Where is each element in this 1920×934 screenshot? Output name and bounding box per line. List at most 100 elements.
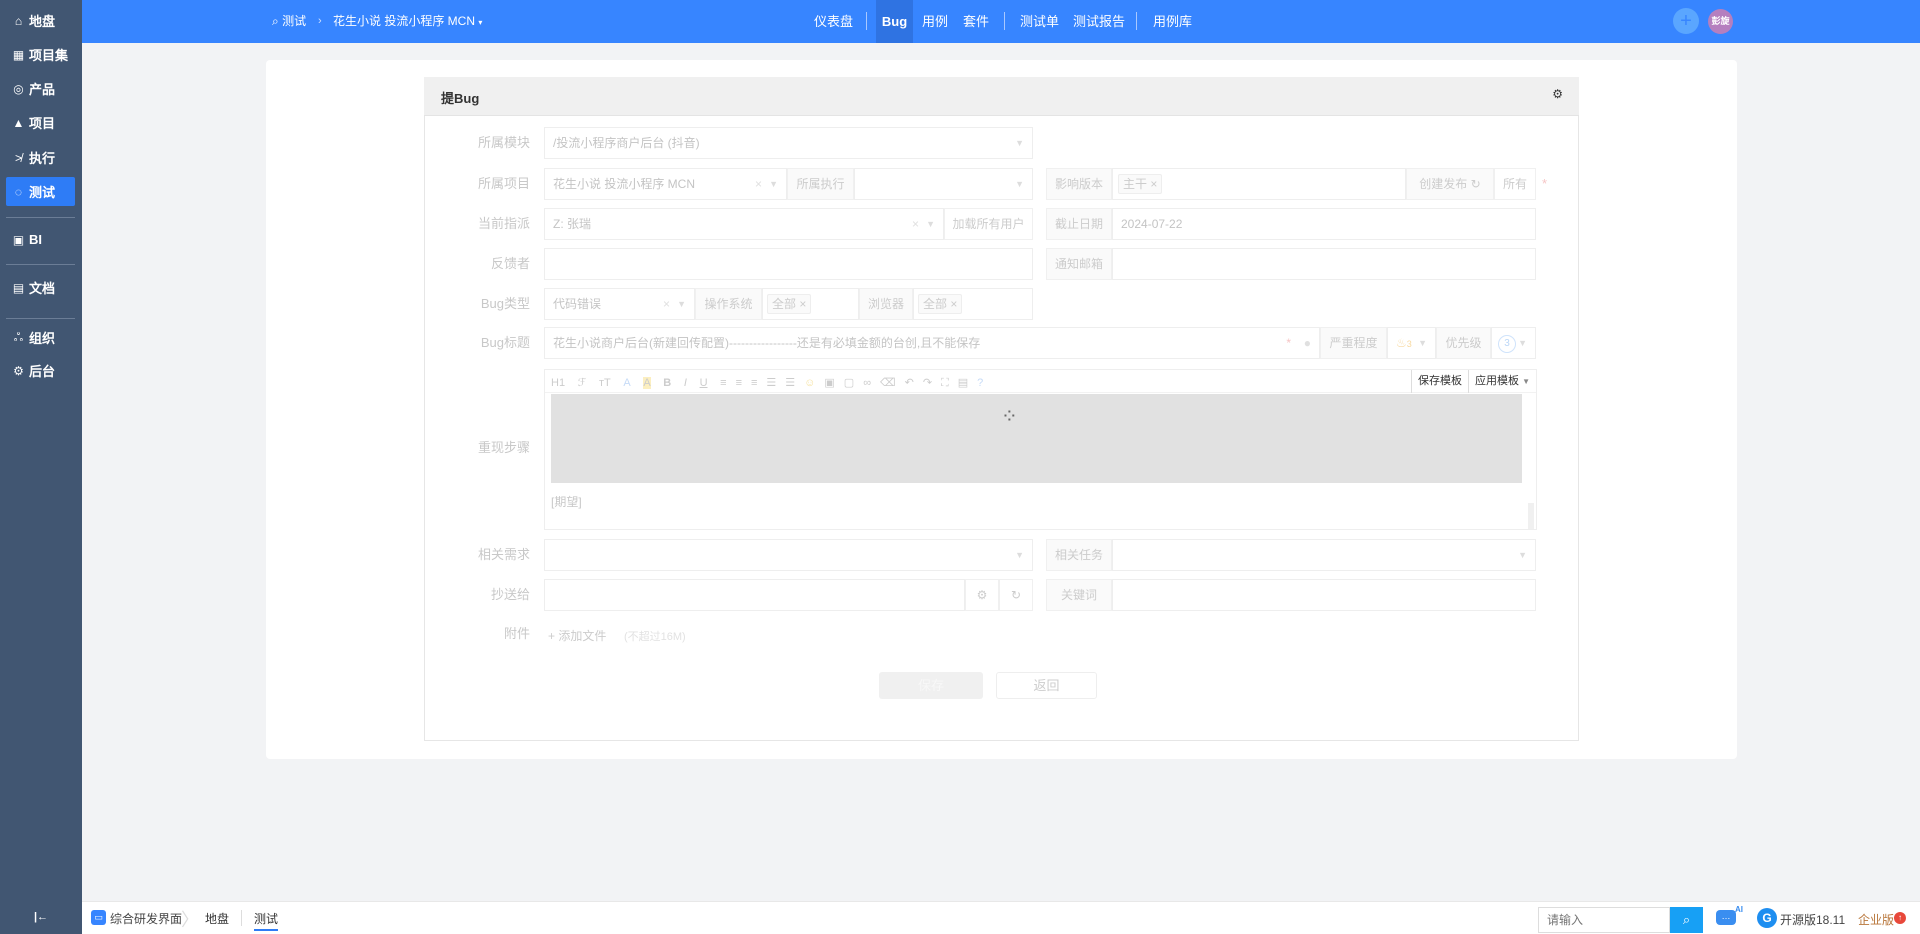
clear-icon[interactable]: × — [912, 209, 919, 239]
version-label[interactable]: 开源版18.11 — [1780, 911, 1845, 928]
image-icon[interactable]: ▣ — [824, 377, 834, 389]
emoji-icon[interactable]: ☺ — [804, 377, 815, 389]
save-button[interactable]: 保存 — [879, 672, 983, 699]
module-select[interactable]: /投流小程序商户后台 (抖音) ▼ — [544, 127, 1033, 159]
sidebar-item-org[interactable]: ஃ 组织 — [6, 323, 75, 352]
ordered-list-icon[interactable]: ☰ — [766, 377, 776, 389]
steps-label: 重现步骤 — [477, 440, 530, 455]
sidebar-item-doc[interactable]: ▤ 文档 — [6, 273, 75, 302]
browser-select[interactable]: 全部 × — [913, 288, 1033, 320]
align-right-icon[interactable]: ≡ — [751, 377, 757, 389]
heading-button[interactable]: H1 — [551, 377, 565, 389]
breadcrumb-module[interactable]: ⌕ 测试 — [272, 0, 306, 43]
nav-case[interactable]: 用例 — [922, 0, 948, 43]
sidebar-item-bi[interactable]: ▣ BI — [6, 225, 75, 254]
sidebar-divider — [6, 318, 75, 319]
refresh-icon[interactable]: ↻ — [999, 579, 1033, 611]
nav-dashboard[interactable]: 仪表盘 — [814, 0, 853, 43]
nav-testreport[interactable]: 测试报告 — [1073, 0, 1125, 43]
all-builds-button[interactable]: 所有 — [1494, 168, 1536, 200]
sidebar-item-dashboard[interactable]: ⌂ 地盘 — [6, 6, 75, 35]
assign-value: Z: 张瑞 — [553, 217, 591, 231]
nav-caselib[interactable]: 用例库 — [1153, 0, 1192, 43]
nav-testtask[interactable]: 测试单 — [1020, 0, 1059, 43]
product-switcher[interactable]: 花生小说 投流小程序 MCN ▾ — [333, 0, 482, 43]
avatar[interactable]: 彭旋 — [1708, 9, 1733, 34]
enterprise-link[interactable]: 企业版 — [1858, 911, 1894, 928]
apply-template-button[interactable]: 应用模板 ▼ — [1468, 370, 1536, 393]
sidebar-item-admin[interactable]: ⚙ 后台 — [6, 356, 75, 385]
sidebar-item-execution[interactable]: ≯ 执行 — [6, 143, 75, 172]
align-left-icon[interactable]: ≡ — [720, 377, 726, 389]
bullet-list-icon[interactable]: ☰ — [785, 377, 795, 389]
font-family-button[interactable]: ℱ — [578, 377, 587, 389]
sidebar-item-test[interactable]: ◌ 测试 — [6, 177, 75, 206]
add-file-label: 添加文件 — [558, 629, 607, 643]
sidebar-item-project[interactable]: ▲ 项目 — [6, 108, 75, 137]
editor-scrollbar[interactable] — [1528, 503, 1534, 529]
collapse-sidebar-icon[interactable]: |← — [0, 901, 82, 934]
font-color-button[interactable]: A — [623, 377, 630, 389]
search-input[interactable] — [1538, 907, 1670, 933]
nav-bug[interactable]: Bug — [876, 0, 913, 43]
browser-tag: 全部 × — [918, 294, 963, 314]
align-center-icon[interactable]: ≡ — [736, 377, 742, 389]
bug-title-input[interactable]: 花生小说商户后台(新建回传配置)-----------------还是有必填金额… — [544, 327, 1320, 359]
upgrade-icon[interactable]: ↑ — [1894, 912, 1906, 924]
undo-icon[interactable]: ↶ — [905, 377, 914, 389]
sidebar-item-programs[interactable]: ▦ 项目集 — [6, 40, 75, 69]
clear-icon[interactable]: × — [663, 289, 670, 319]
save-template-button[interactable]: 保存模板 — [1411, 370, 1468, 393]
add-file-button[interactable]: + 添加文件 — [548, 627, 606, 644]
bulb-icon: ◎ — [13, 81, 24, 96]
eraser-icon[interactable]: ⌫ — [880, 377, 896, 389]
nav-suite[interactable]: 套件 — [963, 0, 989, 43]
fullscreen-icon[interactable]: ⛶ — [941, 377, 949, 389]
assign-select[interactable]: Z: 张瑞 × ▼ — [544, 208, 944, 240]
cc-select[interactable] — [544, 579, 965, 611]
build-select[interactable]: 主干 × — [1112, 168, 1406, 200]
project-value: 花生小说 投流小程序 MCN — [553, 177, 695, 191]
bug-type-value: 代码错误 — [553, 297, 602, 311]
app-switcher[interactable]: 综合研发界面 — [110, 910, 182, 927]
gear-icon[interactable]: ⚙ — [1552, 87, 1563, 101]
bottom-tab-test[interactable]: 测试 — [254, 910, 279, 931]
sidebar-item-product[interactable]: ◎ 产品 — [6, 74, 75, 103]
redo-icon[interactable]: ↷ — [923, 377, 932, 389]
severity-value: 3 — [1406, 339, 1412, 349]
task-select[interactable]: ▼ — [1112, 539, 1536, 571]
create-release-button[interactable]: 创建发布 ↻ — [1406, 168, 1494, 200]
story-select[interactable]: ▼ — [544, 539, 1033, 571]
bottom-tab-dashboard[interactable]: 地盘 — [205, 910, 229, 927]
priority-select[interactable]: 3 ▼ — [1491, 327, 1536, 359]
highlight-button[interactable]: A — [643, 377, 651, 389]
bold-button[interactable]: B — [663, 377, 671, 389]
project-select[interactable]: 花生小说 投流小程序 MCN × ▼ — [544, 168, 787, 200]
clear-icon[interactable]: × — [755, 169, 762, 199]
feedback-input[interactable] — [544, 248, 1033, 280]
ai-chat-icon[interactable]: … — [1716, 910, 1736, 925]
palette-icon[interactable]: ● — [1304, 328, 1311, 358]
gear-icon[interactable]: ⚙ — [965, 579, 999, 611]
paste-icon[interactable]: ▤ — [958, 377, 968, 389]
refresh-icon[interactable]: ↻ — [1471, 177, 1481, 191]
severity-select[interactable]: ♨3 ▼ — [1387, 327, 1436, 359]
os-select[interactable]: 全部 × — [762, 288, 859, 320]
italic-button[interactable]: I — [684, 377, 687, 389]
keywords-input[interactable] — [1112, 579, 1536, 611]
bug-type-select[interactable]: 代码错误 × ▼ — [544, 288, 695, 320]
plus-icon[interactable]: + — [1673, 8, 1699, 34]
search-button[interactable]: ⌕ — [1670, 907, 1703, 933]
steps-editor[interactable]: H1 ℱ тT A A B I U ≡ ≡ ≡ ☰ ☰ ☺ ▣ ▢ ∞ ⌫ ↶ ↷ ⛶ ▤? 保存模板 应… — [544, 369, 1537, 530]
font-size-button[interactable]: тT — [599, 377, 611, 389]
link-icon[interactable]: ∞ — [863, 377, 871, 389]
notify-email-input[interactable] — [1112, 248, 1536, 280]
execution-select[interactable]: ▼ — [854, 168, 1033, 200]
embed-icon[interactable]: ▢ — [844, 377, 854, 389]
loading-overlay: ⁘ — [551, 394, 1522, 483]
load-all-users-button[interactable]: 加载所有用户 — [944, 208, 1033, 240]
help-icon[interactable]: ? — [977, 377, 983, 389]
underline-button[interactable]: U — [700, 377, 708, 389]
deadline-input[interactable]: 2024-07-22 — [1112, 208, 1536, 240]
back-button[interactable]: 返回 — [996, 672, 1097, 699]
